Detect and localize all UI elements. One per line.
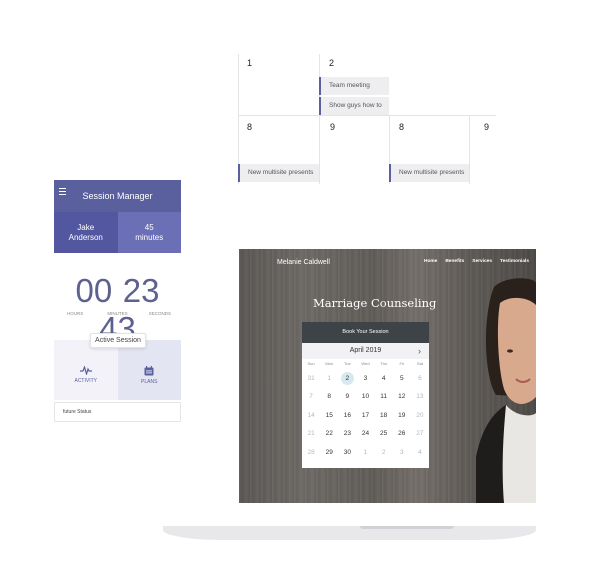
calendar-event[interactable]: New multisite presents <box>389 164 469 182</box>
calendar-day-number: 8 <box>399 122 405 132</box>
session-manager-title: Session Manager <box>82 191 153 201</box>
status-label: future Status <box>63 409 92 415</box>
nav-services[interactable]: Services <box>472 259 492 264</box>
client-name-text: Jake Anderson <box>68 222 103 242</box>
session-tabs: ACTIVITY PLANS <box>54 340 181 400</box>
tab-plans[interactable]: PLANS <box>117 340 181 400</box>
calendar-day[interactable]: 8 <box>320 388 338 407</box>
site-nav: Home Benefits Services Testimonials <box>424 259 529 264</box>
calendar-day: 31 <box>307 374 315 382</box>
tab-activity[interactable]: ACTIVITY <box>54 340 118 400</box>
calendar-day[interactable]: 23 <box>338 425 356 444</box>
month-selector: April 2019 › <box>302 343 429 359</box>
weekday-label: Wed <box>361 361 370 366</box>
selected-day-text: 2 <box>340 371 354 385</box>
calendar-day[interactable]: 16 <box>338 406 356 425</box>
nav-benefits[interactable]: Benefits <box>445 259 464 264</box>
calendar-day[interactable]: 11 <box>375 388 393 407</box>
portrait-image <box>476 278 536 503</box>
timer-labels: HOURS MINUTES SECONDS <box>54 311 181 316</box>
session-duration-text: 45 minutes <box>135 222 164 242</box>
weekday-label: Fri <box>399 361 405 366</box>
calendar-day: 3 <box>399 448 404 456</box>
tab-plans-label: PLANS <box>141 378 158 385</box>
calendar-day[interactable]: 19 <box>393 406 411 425</box>
calendar-day[interactable]: 22 <box>320 425 338 444</box>
active-session-badge: Active Session <box>90 333 146 348</box>
status-field: future Status <box>54 402 181 422</box>
activity-icon <box>79 366 92 375</box>
calendar-event[interactable]: Show guys how to <box>319 97 389 115</box>
weekday-label: Thu <box>380 361 388 366</box>
calendar-day[interactable]: 3 <box>356 369 374 388</box>
calendar-day: 1 <box>363 448 368 456</box>
calendar-fragment: 1 2 Team meeting Show guys how to 8 9 8 … <box>238 54 496 184</box>
tab-activity-label: ACTIVITY <box>74 378 97 384</box>
calendar-day: 4 <box>418 448 422 456</box>
weekday-label: Mon <box>325 361 334 366</box>
timer-hours: 00 <box>75 272 113 309</box>
calendar-day-number: 9 <box>484 122 490 132</box>
calendar-day[interactable]: 4 <box>375 369 393 388</box>
site-brand[interactable]: Melanie Caldwell <box>277 259 330 266</box>
calendar-day: 7 <box>309 393 313 401</box>
booking-widget: Book Your Session April 2019 › Sun Mon T… <box>302 322 429 468</box>
weekday-label: Tue <box>343 361 351 366</box>
timer-minutes-label: MINUTES <box>107 311 128 316</box>
calendar-day[interactable]: 26 <box>393 425 411 444</box>
chevron-right-icon[interactable]: › <box>418 343 421 359</box>
weekday-label: Sat <box>416 361 423 366</box>
nav-testimonials[interactable]: Testimonials <box>500 259 529 264</box>
calendar-day: 6 <box>418 374 422 382</box>
session-manager-header: Session Manager <box>54 180 181 212</box>
month-label: April 2019 <box>349 347 382 354</box>
calendar-day: 2 <box>381 448 386 456</box>
calendar-day[interactable]: 15 <box>320 406 338 425</box>
client-name: Jake Anderson <box>54 212 118 253</box>
calendar-day[interactable]: 12 <box>393 388 411 407</box>
nav-home[interactable]: Home <box>424 259 437 264</box>
laptop-base <box>163 526 536 540</box>
calendar-icon <box>144 365 154 375</box>
calendar-day: 13 <box>416 393 424 401</box>
calendar-day: 14 <box>307 411 315 419</box>
calendar-day-selected[interactable]: 2 <box>338 369 356 388</box>
calendar-day[interactable]: 29 <box>320 443 338 462</box>
grid-line <box>469 116 470 184</box>
calendar-day: 28 <box>307 448 315 456</box>
calendar-day: 21 <box>307 430 315 438</box>
timer-seconds-label: SECONDS <box>148 311 171 316</box>
timer-minutes: 23 <box>122 272 160 309</box>
timer-hours-label: HOURS <box>67 311 84 316</box>
calendar-day[interactable]: 25 <box>375 425 393 444</box>
calendar-day[interactable]: 9 <box>338 388 356 407</box>
grid-line <box>319 54 320 184</box>
calendar-day-number: 2 <box>329 58 335 68</box>
calendar-day[interactable]: 17 <box>356 406 374 425</box>
calendar-event[interactable]: Team meeting <box>319 77 389 95</box>
session-manager-widget: Session Manager Jake Anderson 45 minutes… <box>54 180 181 422</box>
calendar-days-grid: 31 1 2 3 4 5 6 7 8 9 10 11 12 13 14 15 1… <box>302 369 429 462</box>
calendar-day[interactable]: 30 <box>338 443 356 462</box>
weekday-header: Sun Mon Tue Wed Thu Fri Sat <box>302 359 429 369</box>
calendar-day[interactable]: 10 <box>356 388 374 407</box>
session-info: Jake Anderson 45 minutes <box>54 212 181 253</box>
laptop-notch <box>360 526 454 529</box>
calendar-day[interactable]: 5 <box>393 369 411 388</box>
page-title: Marriage Counseling <box>313 296 437 310</box>
website-preview: Melanie Caldwell Home Benefits Services … <box>239 249 536 503</box>
book-session-button[interactable]: Book Your Session <box>302 322 429 343</box>
calendar-day: 20 <box>416 411 424 419</box>
calendar-day-number: 8 <box>247 122 253 132</box>
calendar-day[interactable]: 24 <box>356 425 374 444</box>
calendar-day[interactable]: 18 <box>375 406 393 425</box>
grid-line <box>238 115 496 116</box>
session-duration: 45 minutes <box>117 212 181 253</box>
calendar-day-number: 9 <box>330 122 336 132</box>
calendar-event[interactable]: New multisite presents <box>238 164 319 182</box>
calendar-day: 27 <box>416 430 424 438</box>
weekday-label: Sun <box>307 361 315 366</box>
calendar-day: 1 <box>327 374 332 382</box>
calendar-day-number: 1 <box>247 58 253 68</box>
